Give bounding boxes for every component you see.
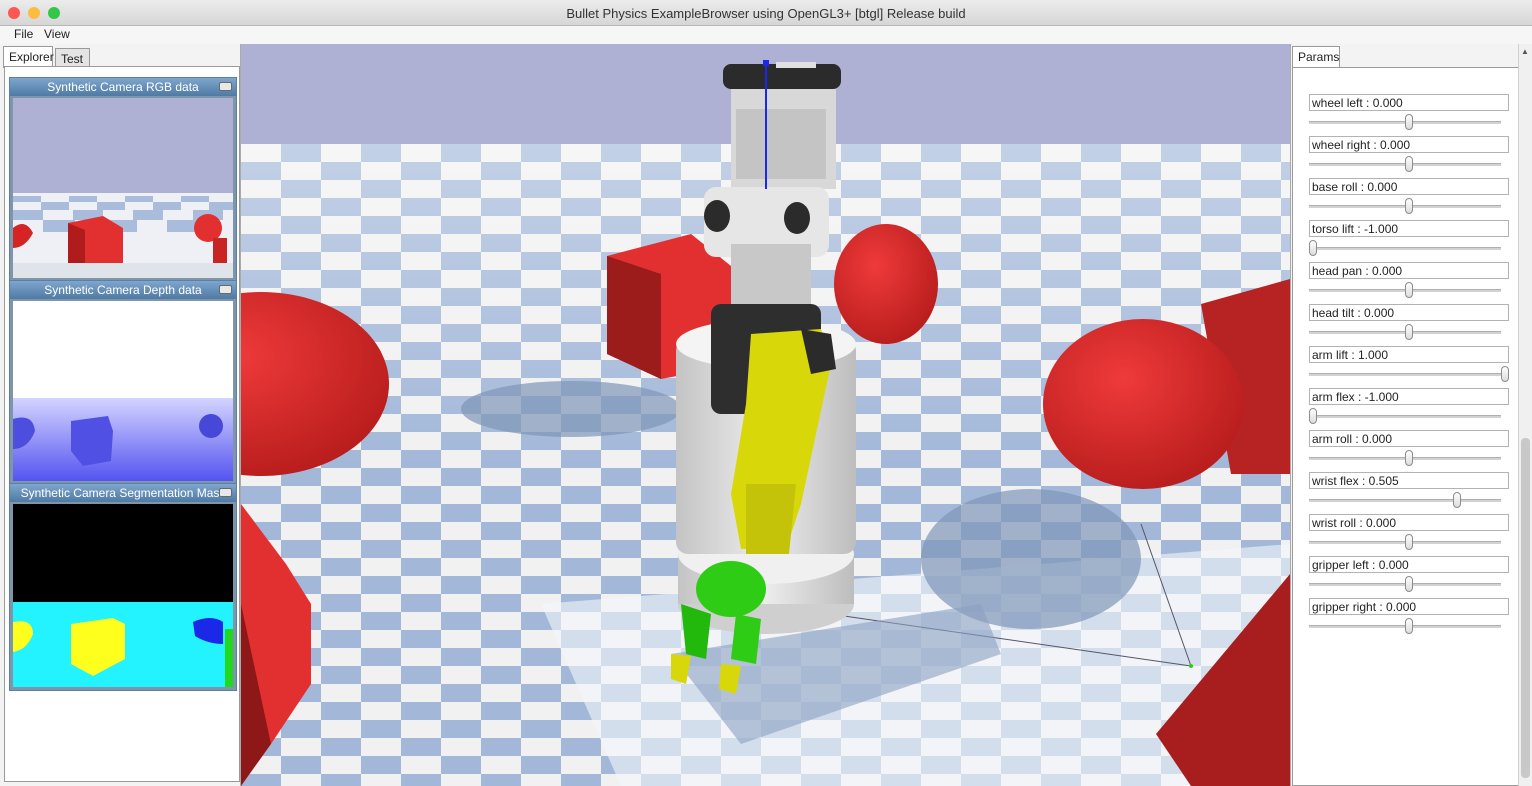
camera-depth-minimize-button[interactable]: [219, 285, 232, 294]
params-scrollbar[interactable]: ▲: [1518, 44, 1532, 786]
param-label: wheel right : 0.000: [1309, 136, 1509, 153]
scroll-thumb[interactable]: [1521, 438, 1530, 778]
params-panel: Params wheel left : 0.000 wheel right : 0…: [1290, 44, 1532, 786]
slider-knob[interactable]: [1309, 240, 1317, 256]
param-8: arm roll : 0.000: [1309, 430, 1509, 466]
param-label: arm roll : 0.000: [1309, 430, 1509, 447]
param-0: wheel left : 0.000: [1309, 94, 1509, 130]
param-label: arm flex : -1.000: [1309, 388, 1509, 405]
param-slider[interactable]: [1309, 489, 1509, 508]
param-label: gripper left : 0.000: [1309, 556, 1509, 573]
window-title: Bullet Physics ExampleBrowser using Open…: [566, 6, 966, 21]
param-10: wrist roll : 0.000: [1309, 514, 1509, 550]
camera-depth-window[interactable]: Synthetic Camera Depth data: [9, 280, 237, 485]
camera-segmentation-image: [13, 504, 233, 687]
slider-knob[interactable]: [1309, 408, 1317, 424]
param-label: wrist roll : 0.000: [1309, 514, 1509, 531]
scene-render: [241, 44, 1290, 786]
param-slider[interactable]: [1309, 615, 1509, 634]
param-slider[interactable]: [1309, 279, 1509, 298]
param-9: wrist flex : 0.505: [1309, 472, 1509, 508]
camera-depth-titlebar: Synthetic Camera Depth data: [10, 281, 236, 299]
red-sphere-center: [834, 224, 938, 344]
param-7: arm flex : -1.000: [1309, 388, 1509, 424]
camera-segmentation-window[interactable]: Synthetic Camera Segmentation Mask: [9, 483, 237, 691]
tab-params[interactable]: Params: [1292, 46, 1340, 68]
slider-knob[interactable]: [1405, 282, 1413, 298]
param-slider[interactable]: [1309, 153, 1509, 172]
slider-knob[interactable]: [1453, 492, 1462, 508]
slider-track[interactable]: [1309, 499, 1501, 502]
camera-depth-title: Synthetic Camera Depth data: [44, 283, 202, 297]
slider-knob[interactable]: [1405, 198, 1413, 214]
camera-segmentation-minimize-button[interactable]: [219, 488, 232, 497]
slider-knob[interactable]: [1405, 114, 1413, 130]
param-4: head pan : 0.000: [1309, 262, 1509, 298]
camera-rgb-window[interactable]: Synthetic Camera RGB data: [9, 77, 237, 282]
robot-gripper: [696, 561, 766, 617]
param-slider[interactable]: [1309, 111, 1509, 130]
param-3: torso lift : -1.000: [1309, 220, 1509, 256]
param-slider[interactable]: [1309, 405, 1509, 424]
slider-knob[interactable]: [1405, 450, 1413, 466]
param-slider[interactable]: [1309, 531, 1509, 550]
camera-segmentation-titlebar: Synthetic Camera Segmentation Mask: [10, 484, 236, 502]
slider-track[interactable]: [1309, 415, 1501, 418]
param-label: base roll : 0.000: [1309, 178, 1509, 195]
param-1: wheel right : 0.000: [1309, 136, 1509, 172]
3d-viewport[interactable]: [241, 44, 1290, 786]
param-label: gripper right : 0.000: [1309, 598, 1509, 615]
param-2: base roll : 0.000: [1309, 178, 1509, 214]
title-bar: Bullet Physics ExampleBrowser using Open…: [0, 0, 1532, 26]
slider-knob[interactable]: [1405, 156, 1413, 172]
slider-knob[interactable]: [1405, 324, 1413, 340]
camera-rgb-image: [13, 98, 233, 278]
param-label: torso lift : -1.000: [1309, 220, 1509, 237]
slider-knob[interactable]: [1405, 576, 1413, 592]
param-slider[interactable]: [1309, 573, 1509, 592]
param-5: head tilt : 0.000: [1309, 304, 1509, 340]
param-label: wheel left : 0.000: [1309, 94, 1509, 111]
camera-depth-image: [13, 301, 233, 481]
red-sphere-right: [1043, 319, 1243, 489]
slider-track[interactable]: [1309, 373, 1501, 376]
slider-track[interactable]: [1309, 247, 1501, 250]
slider-knob[interactable]: [1405, 618, 1413, 634]
camera-rgb-title: Synthetic Camera RGB data: [47, 80, 199, 94]
param-slider[interactable]: [1309, 321, 1509, 340]
param-slider[interactable]: [1309, 195, 1509, 214]
param-label: head pan : 0.000: [1309, 262, 1509, 279]
param-11: gripper left : 0.000: [1309, 556, 1509, 592]
slider-knob[interactable]: [1501, 366, 1509, 382]
menu-bar: File View: [0, 26, 1532, 44]
param-slider[interactable]: [1309, 447, 1509, 466]
scroll-up-icon[interactable]: ▲: [1521, 47, 1529, 56]
param-6: arm lift : 1.000: [1309, 346, 1509, 382]
camera-rgb-titlebar: Synthetic Camera RGB data: [10, 78, 236, 96]
param-slider[interactable]: [1309, 363, 1509, 382]
slider-knob[interactable]: [1405, 534, 1413, 550]
param-label: wrist flex : 0.505: [1309, 472, 1509, 489]
menu-file[interactable]: File: [14, 27, 33, 41]
params-content: wheel left : 0.000 wheel right : 0.000 bas…: [1292, 67, 1520, 786]
tab-test[interactable]: Test: [55, 48, 90, 68]
param-label: arm lift : 1.000: [1309, 346, 1509, 363]
param-label: head tilt : 0.000: [1309, 304, 1509, 321]
param-slider[interactable]: [1309, 237, 1509, 256]
param-12: gripper right : 0.000: [1309, 598, 1509, 634]
camera-rgb-minimize-button[interactable]: [219, 82, 232, 91]
explorer-panel: Explorer Test Synthetic Camera RGB data: [0, 44, 241, 786]
tab-explorer[interactable]: Explorer: [3, 46, 54, 68]
menu-view[interactable]: View: [44, 27, 70, 41]
camera-segmentation-title: Synthetic Camera Segmentation Mask: [20, 486, 226, 500]
